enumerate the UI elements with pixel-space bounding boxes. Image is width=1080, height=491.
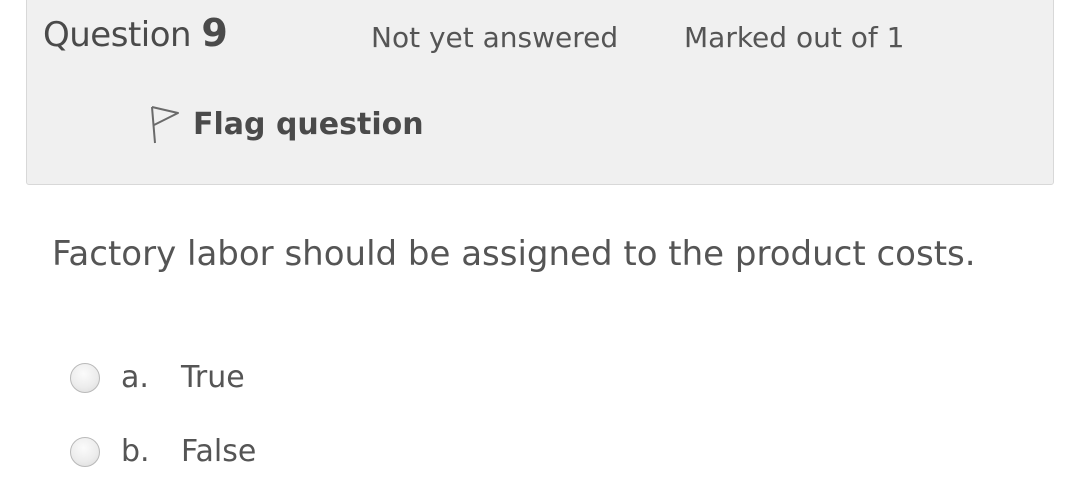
flag-outline-icon — [151, 106, 179, 144]
radio-button-a[interactable] — [70, 362, 100, 393]
answer-letter-a: a. — [121, 360, 149, 395]
question-grade: Marked out of 1 — [684, 21, 905, 54]
flag-question-link[interactable]: Flag question — [147, 103, 424, 145]
flag-question-label: Flag question — [193, 106, 424, 142]
question-state: Not yet answered — [371, 21, 619, 54]
answer-text-b: False — [181, 434, 257, 469]
question-number-heading: Question 9 — [43, 11, 228, 55]
answer-option-a[interactable]: a. True — [70, 360, 245, 395]
answer-text-a: True — [181, 360, 245, 395]
answer-option-b[interactable]: b. False — [70, 434, 256, 469]
question-info-panel: Question 9 Not yet answered Marked out o… — [26, 0, 1054, 185]
answer-letter-b: b. — [121, 434, 150, 469]
question-number: 9 — [201, 11, 228, 55]
radio-button-b[interactable] — [70, 436, 100, 467]
question-word: Question — [43, 15, 192, 55]
question-text: Factory labor should be assigned to the … — [52, 234, 976, 274]
